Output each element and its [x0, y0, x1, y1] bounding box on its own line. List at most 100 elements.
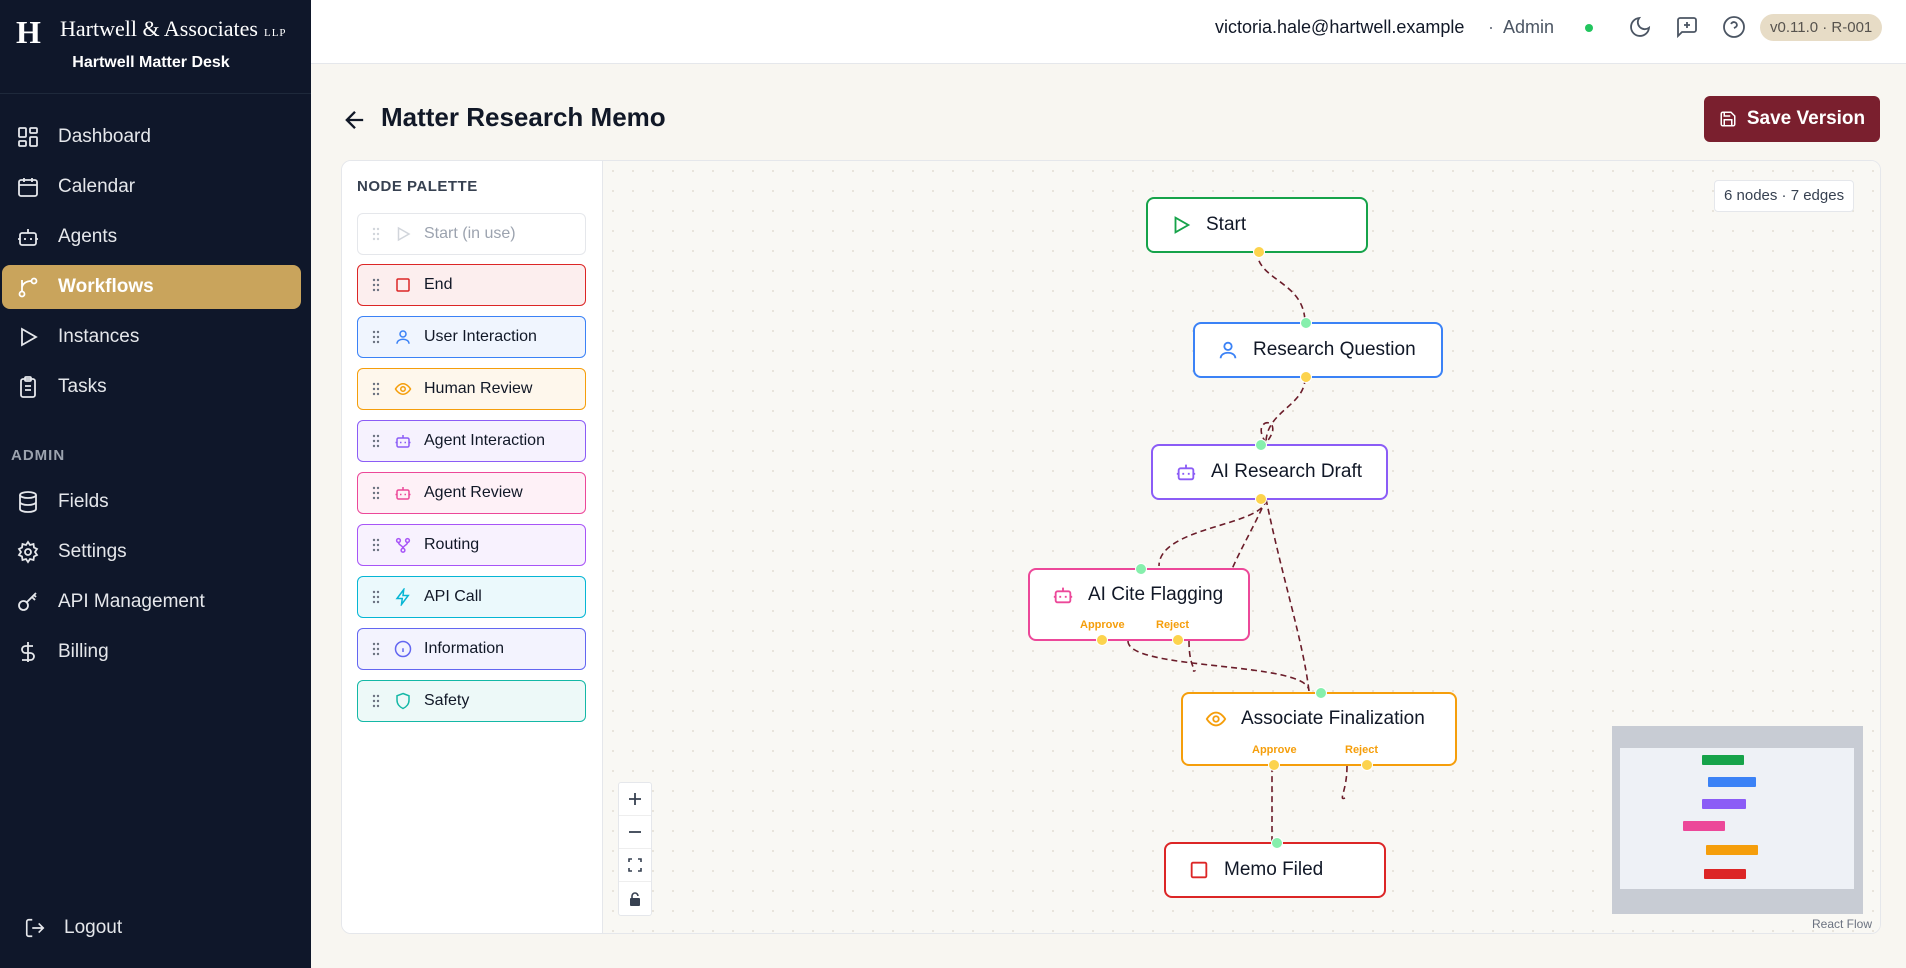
bot-icon	[1053, 587, 1073, 604]
zoom-controls	[618, 782, 652, 916]
nav-item-workflows[interactable]: Workflows	[2, 265, 301, 309]
status-dot	[1585, 24, 1593, 32]
workflow-editor: NODE PALETTE Start (in use) End User Inter…	[341, 160, 1881, 934]
dashboard-icon	[18, 127, 38, 147]
node-label: Start	[1206, 214, 1247, 235]
moon-icon[interactable]	[1628, 15, 1652, 39]
user-icon	[1219, 341, 1237, 359]
input-handle[interactable]	[1135, 563, 1147, 575]
nav-item-settings[interactable]: Settings	[2, 530, 301, 574]
drag-handle-icon	[372, 486, 380, 500]
zoom-in-button[interactable]	[619, 783, 651, 816]
zoom-out-button[interactable]	[619, 816, 651, 849]
clipboard-icon	[20, 376, 36, 398]
help-icon[interactable]	[1722, 15, 1746, 39]
palette-item-agent-interaction[interactable]: Agent Interaction	[357, 420, 586, 462]
output-handle[interactable]	[1253, 246, 1265, 258]
nav-item-fields[interactable]: Fields	[2, 480, 301, 524]
minimap-node	[1704, 869, 1746, 879]
plus-icon	[629, 793, 641, 805]
version-badge: v0.11.0 · R-001	[1760, 14, 1883, 41]
lock-button[interactable]	[619, 882, 651, 915]
palette-item-safety[interactable]: Safety	[357, 680, 586, 722]
brand-suffix: LLP	[263, 27, 287, 39]
palette-item-end[interactable]: End	[357, 264, 586, 306]
palette-item-routing[interactable]: Routing	[357, 524, 586, 566]
palette-item-api-call[interactable]: API Call	[357, 576, 586, 618]
output-handle[interactable]	[1172, 634, 1184, 646]
flow-node-ai-cite-flagging[interactable]: AI Cite Flagging Approve Reject	[1028, 563, 1250, 646]
nav-label: Calendar	[58, 176, 136, 197]
flow-canvas[interactable]: 6 nodes · 7 edges Start Research Question…	[603, 161, 1880, 933]
user-role: Admin	[1503, 17, 1555, 37]
minimap-node	[1683, 821, 1725, 831]
brand-logo: H	[16, 14, 41, 50]
palette-item-label: Human Review	[424, 380, 533, 397]
output-handle[interactable]	[1361, 759, 1373, 771]
nav-label: Agents	[58, 226, 118, 247]
drag-handle-icon	[372, 642, 380, 656]
key-icon	[18, 592, 37, 611]
nav-item-instances[interactable]: Instances	[2, 315, 301, 359]
nav-label: Workflows	[58, 276, 154, 297]
logout-button[interactable]: Logout	[24, 917, 122, 939]
flow-node-memo-filed[interactable]: Memo Filed	[1164, 837, 1386, 898]
palette-item-label: End	[424, 276, 453, 293]
calendar-icon	[18, 178, 38, 197]
nav-section-admin: ADMIN	[11, 447, 66, 464]
nav-item-api-management[interactable]: API Management	[2, 580, 301, 624]
output-handle[interactable]	[1096, 634, 1108, 646]
flow-node-associate-finalization[interactable]: Associate Finalization Approve Reject	[1181, 687, 1457, 771]
palette-item-label: Agent Review	[424, 484, 523, 501]
output-handle[interactable]	[1255, 493, 1267, 505]
node-label: AI Cite Flagging	[1088, 584, 1224, 605]
output-handle[interactable]	[1300, 371, 1312, 383]
nav-item-tasks[interactable]: Tasks	[2, 365, 301, 409]
nav-item-dashboard[interactable]: Dashboard	[2, 115, 301, 159]
save-version-label: Save Version	[1746, 108, 1866, 129]
palette-item-agent-review[interactable]: Agent Review	[357, 472, 586, 514]
eye-icon	[394, 382, 412, 396]
user-icon	[396, 330, 410, 344]
page-header: Matter Research Memo Save Version	[311, 64, 1906, 160]
back-arrow-icon[interactable]	[341, 106, 369, 134]
output-handle[interactable]	[1268, 759, 1280, 771]
edge	[1265, 498, 1310, 692]
input-handle[interactable]	[1271, 837, 1283, 849]
drag-handle-icon	[372, 538, 380, 552]
nav-item-agents[interactable]: Agents	[2, 215, 301, 259]
nav-label: Tasks	[58, 376, 107, 397]
minimap-node	[1708, 777, 1756, 787]
node-label: Memo Filed	[1224, 859, 1324, 880]
routing-icon	[395, 537, 411, 553]
flow-node-ai-research-draft[interactable]: AI Research Draft	[1151, 439, 1388, 505]
edge	[1256, 250, 1306, 324]
minimap[interactable]	[1612, 726, 1863, 914]
palette-item-label: API Call	[424, 588, 482, 605]
node-palette: NODE PALETTE Start (in use) End User Inter…	[342, 161, 603, 933]
palette-title: NODE PALETTE	[357, 178, 478, 195]
fit-view-button[interactable]	[619, 849, 651, 882]
palette-item-user-interaction[interactable]: User Interaction	[357, 316, 586, 358]
info-icon	[394, 640, 412, 658]
output-label: Reject	[1345, 744, 1379, 756]
edge	[1188, 640, 1196, 672]
input-handle[interactable]	[1300, 317, 1312, 329]
save-version-button[interactable]: Save Version	[1704, 96, 1880, 142]
feedback-icon[interactable]	[1675, 15, 1699, 39]
drag-handle-icon	[372, 434, 380, 448]
input-handle[interactable]	[1255, 439, 1267, 451]
nav-item-calendar[interactable]: Calendar	[2, 165, 301, 209]
nav-item-billing[interactable]: Billing	[2, 630, 301, 674]
palette-item-information[interactable]: Information	[357, 628, 586, 670]
output-label: Approve	[1080, 619, 1125, 631]
flow-node-start[interactable]: Start	[1146, 197, 1368, 258]
input-handle[interactable]	[1315, 687, 1327, 699]
drag-handle-icon	[372, 330, 380, 344]
react-flow-attribution[interactable]: React Flow	[1812, 917, 1872, 931]
save-icon	[1720, 111, 1736, 127]
palette-item-human-review[interactable]: Human Review	[357, 368, 586, 410]
flow-node-research-question[interactable]: Research Question	[1193, 317, 1443, 383]
eye-icon	[1205, 711, 1227, 727]
palette-item-label: User Interaction	[424, 328, 537, 345]
